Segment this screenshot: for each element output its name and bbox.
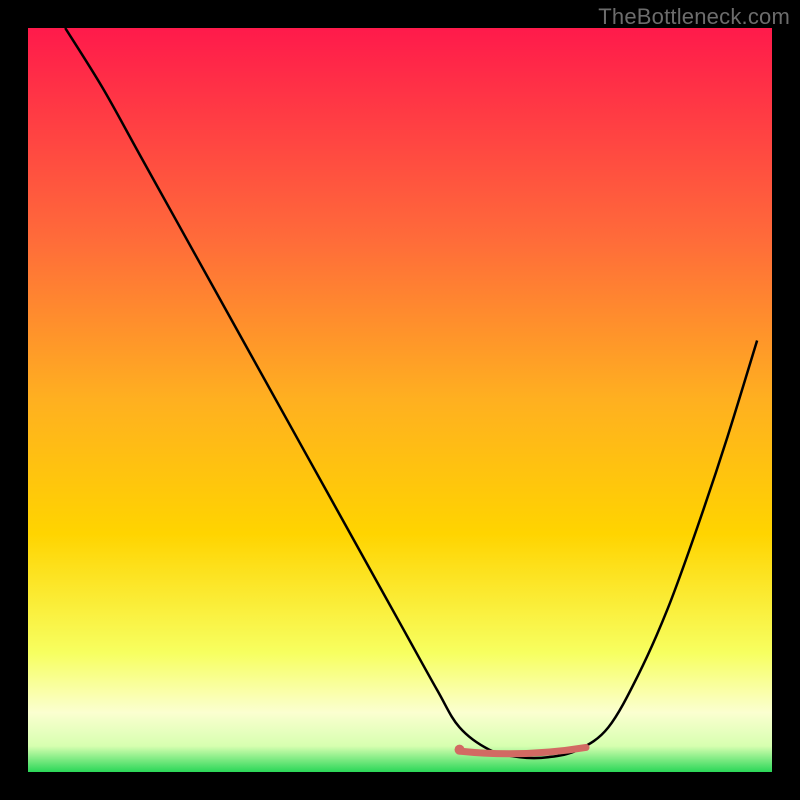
minimum-dot [455, 745, 465, 755]
watermark-text: TheBottleneck.com [598, 4, 790, 30]
minimum-marker [460, 747, 586, 753]
bottleneck-curve [65, 28, 757, 758]
plot-area [28, 28, 772, 772]
curve-layer [28, 28, 772, 772]
chart-frame: TheBottleneck.com [0, 0, 800, 800]
